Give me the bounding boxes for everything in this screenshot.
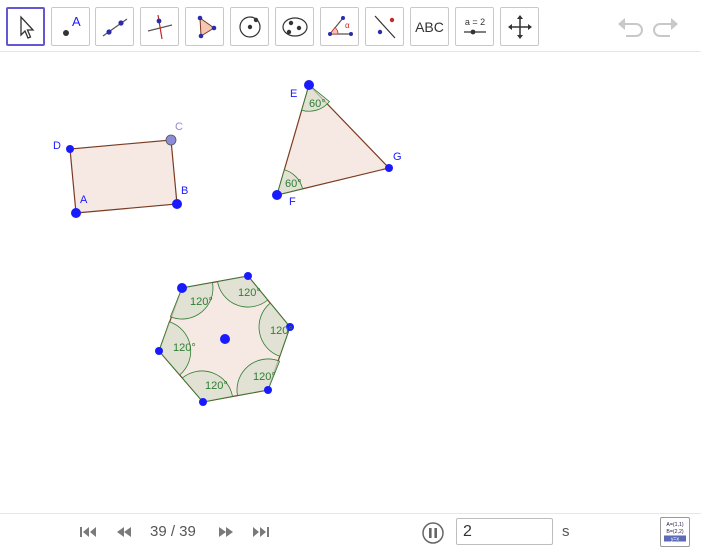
step-counter: 39 / 39: [150, 523, 196, 540]
point-tool-label: A: [72, 14, 81, 29]
pause-icon: [422, 522, 444, 544]
algebra-icon: A=(1,1) B=(2,2) y=x: [664, 522, 686, 543]
cursor-icon: [19, 14, 34, 39]
label-c: C: [175, 121, 183, 133]
point-e[interactable]: [304, 80, 314, 90]
skip-last-icon: [253, 527, 269, 537]
label-b: B: [181, 185, 188, 197]
point-tool-button[interactable]: A: [51, 7, 90, 46]
label-a: A: [80, 194, 88, 206]
point-d[interactable]: [66, 145, 74, 153]
construction-protocol-bar: 39 / 39 s A=(1,1) B: [0, 513, 701, 550]
redo-button[interactable]: [652, 12, 682, 40]
reflect-line-icon: [374, 15, 395, 38]
circle-tool-button[interactable]: [230, 7, 269, 46]
graphics-canvas[interactable]: A B C D E F G 60° 60° 120° 120° 120° 120…: [0, 53, 701, 513]
label-d: D: [53, 140, 61, 152]
hexagon-vertex-6[interactable]: [155, 347, 163, 355]
slider-tool-button[interactable]: a = 2: [455, 7, 494, 46]
reflect-tool-button[interactable]: [365, 7, 404, 46]
label-e: E: [290, 88, 297, 100]
line-tool-button[interactable]: [95, 7, 134, 46]
redo-icon: [653, 18, 678, 37]
hexagon-center[interactable]: [220, 334, 230, 344]
rewind-icon: [117, 527, 131, 537]
geogebra-app: A α ABC a = 2 A B C D E F G 60° 60° 120°…: [0, 0, 701, 550]
playback-speed-input[interactable]: [456, 518, 553, 545]
skip-first-icon: [80, 527, 96, 537]
last-step-button[interactable]: [250, 523, 272, 541]
speed-unit-label: s: [562, 523, 570, 540]
slider-tool-label: a = 2: [464, 17, 484, 27]
move-graphics-tool-button[interactable]: [500, 7, 539, 46]
hexagon-angle-label-5: 120°: [205, 380, 228, 392]
previous-step-button[interactable]: [113, 523, 135, 541]
angle-f-label: 60°: [285, 178, 302, 190]
fast-forward-icon: [219, 527, 233, 537]
circle-icon: [238, 15, 261, 38]
undo-button[interactable]: [614, 12, 644, 40]
toolbar: A α ABC a = 2: [0, 0, 701, 52]
text-tool-label: ABC: [415, 18, 444, 35]
point-f[interactable]: [272, 190, 282, 200]
point-c[interactable]: [165, 134, 177, 146]
angle-tool-button[interactable]: α: [320, 7, 359, 46]
svg-text:A=(1,1): A=(1,1): [666, 522, 683, 528]
hexagon-angle-label-3: 120°: [270, 325, 293, 337]
polygon-icon: [197, 15, 216, 38]
angle-icon: α: [327, 15, 353, 36]
label-g: G: [393, 151, 402, 163]
slider-icon: a = 2: [463, 17, 486, 34]
undo-icon: [618, 18, 643, 37]
graphics-view[interactable]: A B C D E F G 60° 60° 120° 120° 120° 120…: [0, 53, 701, 513]
move-arrows-icon: [507, 14, 532, 39]
point-a[interactable]: [71, 208, 81, 218]
hexagon-vertex-5[interactable]: [199, 398, 207, 406]
hexagon-vertex-4[interactable]: [264, 386, 272, 394]
point-g[interactable]: [385, 164, 393, 172]
ellipse-tool-button[interactable]: [275, 7, 314, 46]
algebra-view-button[interactable]: A=(1,1) B=(2,2) y=x: [660, 517, 690, 547]
hexagon-vertex-1[interactable]: [177, 283, 187, 293]
svg-text:α: α: [345, 21, 350, 30]
first-step-button[interactable]: [77, 523, 99, 541]
point-icon: A: [62, 14, 81, 36]
hexagon-angle-label-1: 120°: [190, 296, 213, 308]
svg-text:y=x: y=x: [671, 537, 680, 543]
perpendicular-tool-button[interactable]: [140, 7, 179, 46]
move-tool-button[interactable]: [6, 7, 45, 46]
hexagon-vertex-2[interactable]: [244, 272, 252, 280]
next-step-button[interactable]: [215, 523, 237, 541]
hexagon-angle-label-2: 120°: [238, 287, 261, 299]
label-f: F: [289, 196, 296, 208]
hexagon-angle-label-4: 120°: [253, 371, 276, 383]
perpendicular-line-icon: [147, 14, 172, 39]
svg-text:B=(2,2): B=(2,2): [666, 529, 683, 535]
polygon-tool-button[interactable]: [185, 7, 224, 46]
line-icon: [102, 18, 127, 36]
text-tool-button[interactable]: ABC: [410, 7, 449, 46]
point-b[interactable]: [172, 199, 182, 209]
ellipse-icon: [281, 16, 308, 37]
hexagon-angle-label-6: 120°: [173, 342, 196, 354]
angle-e-label: 60°: [309, 98, 326, 110]
pause-button[interactable]: [422, 522, 444, 544]
